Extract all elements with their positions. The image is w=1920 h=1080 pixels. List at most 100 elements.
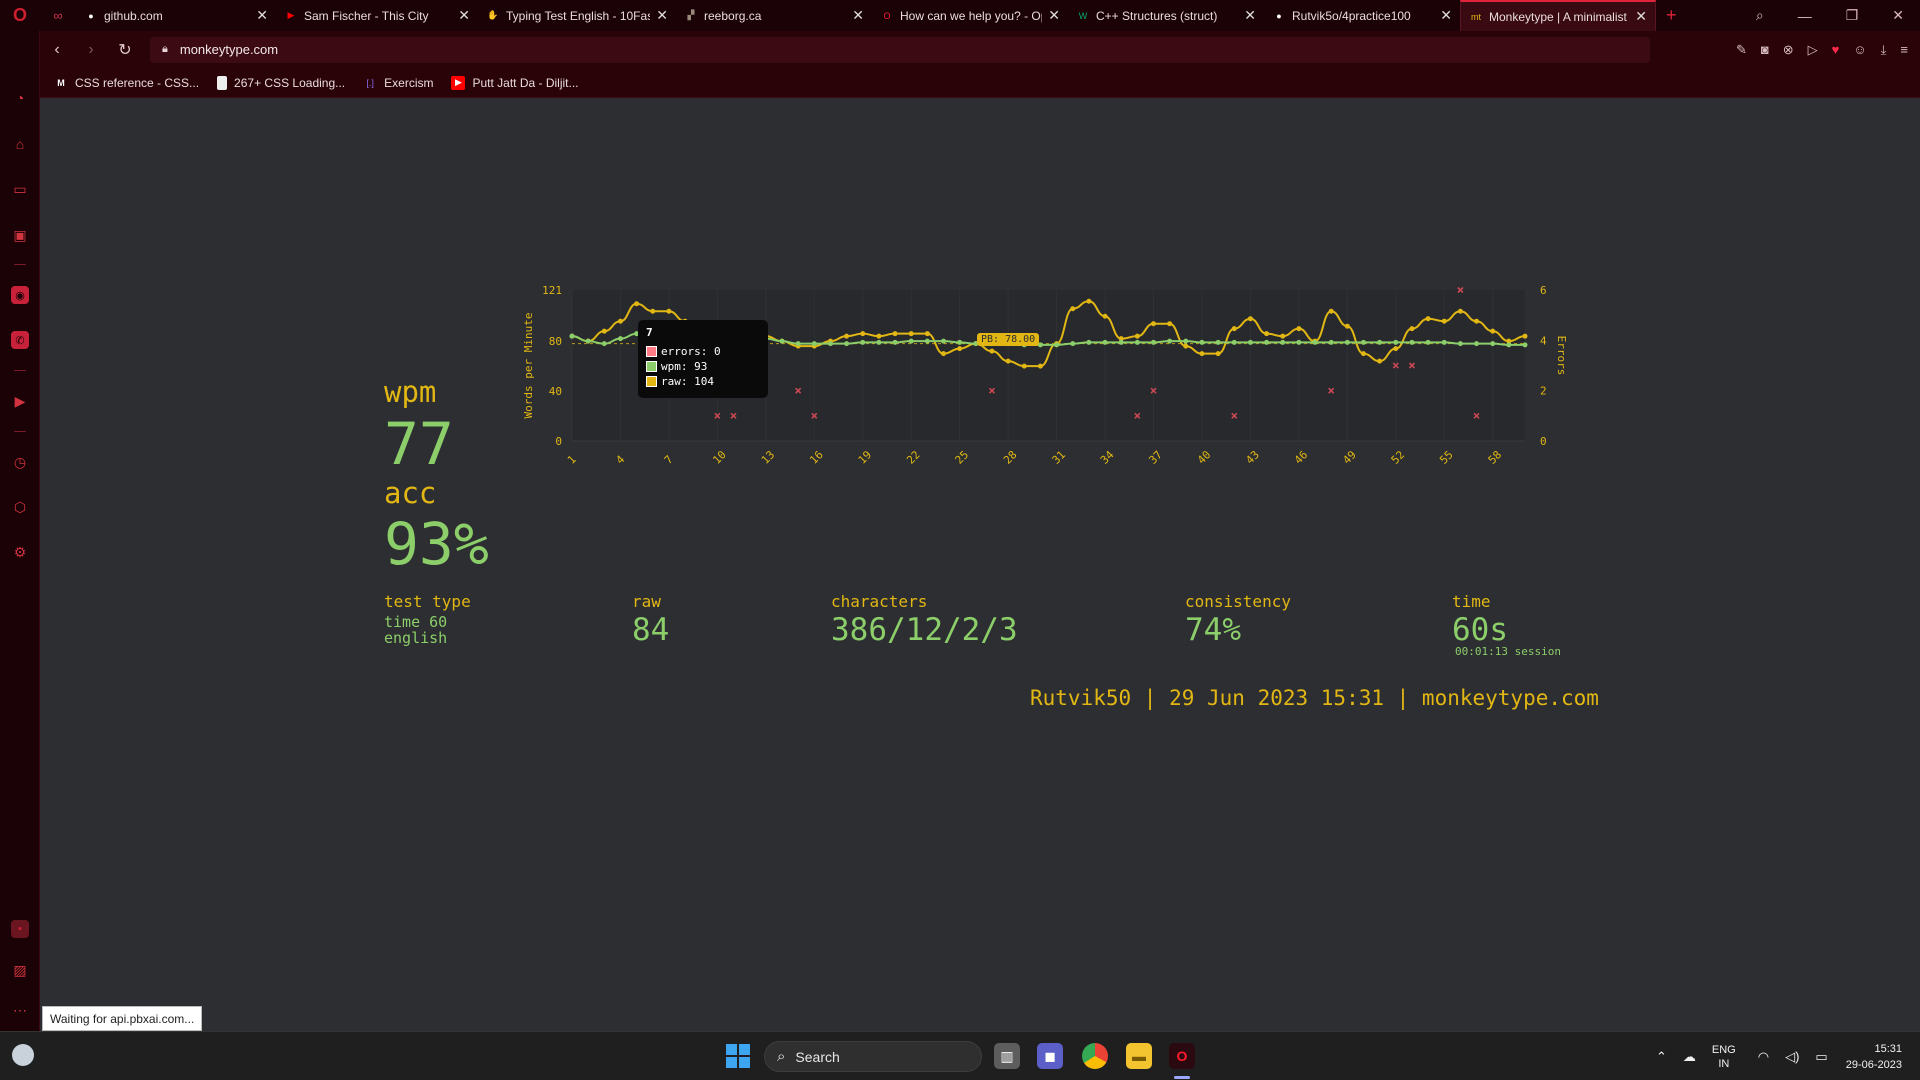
tab-close-icon[interactable]: ✕	[256, 7, 268, 24]
status-toast: Waiting for api.pbxai.com...	[42, 1006, 203, 1031]
bookmark-css-reference[interactable]: M CSS reference - CSS...	[54, 76, 199, 90]
restore-button[interactable]: ❐	[1846, 7, 1859, 24]
url-text: monkeytype.com	[179, 42, 279, 57]
test-type-line1: time 60	[384, 613, 448, 631]
extensions-icon[interactable]: ⬡	[11, 498, 29, 516]
wpm-point	[1409, 339, 1415, 345]
url-field[interactable]: 🔒︎ monkeytype.com	[150, 36, 1650, 63]
wifi-icon[interactable]: ◠	[1758, 1049, 1769, 1065]
tab-3[interactable]: ✋ Typing Test English - 10Fast ✕	[478, 0, 676, 31]
x-tick-label: 13	[759, 448, 778, 467]
forward-button[interactable]: ›	[74, 41, 108, 59]
heart-icon[interactable]: ♥	[1832, 42, 1840, 57]
wpm-point	[844, 341, 850, 347]
bookmark-css-loading[interactable]: 267+ CSS Loading...	[217, 75, 345, 90]
tab-close-icon[interactable]: ✕	[458, 7, 470, 24]
tab-title: C++ Structures (struct)	[1096, 8, 1218, 23]
exercism-icon: [.]	[366, 77, 374, 88]
tab-close-icon[interactable]: ✕	[852, 7, 864, 24]
session-time: 00:01:13 session	[1455, 645, 1561, 658]
x-tick-label: 28	[1001, 448, 1020, 467]
gallery-icon[interactable]: ▨	[11, 961, 29, 979]
easy-setup-icon[interactable]: ✎	[1736, 42, 1747, 58]
raw-point	[908, 331, 914, 337]
shopping-icon[interactable]: ⌂	[11, 135, 29, 153]
tab-1[interactable]: ● github.com ✕	[76, 0, 276, 31]
download-icon[interactable]: ⤓	[1881, 42, 1887, 58]
raw-point	[1086, 298, 1092, 304]
raw-point	[1377, 358, 1383, 364]
tab-6[interactable]: W C++ Structures (struct) ✕	[1068, 0, 1264, 31]
tab-close-icon[interactable]: ✕	[1635, 8, 1647, 25]
test-type-line2: english	[384, 629, 448, 647]
messenger-icon[interactable]: ◉	[11, 286, 29, 304]
reeborg-icon: ▞	[687, 10, 695, 20]
menu-icon[interactable]: ≡	[1900, 42, 1908, 57]
wpm-point	[1199, 339, 1205, 345]
tab-8[interactable]: mt Monkeytype | A minimalist ✕	[1460, 0, 1656, 31]
wpm-point	[924, 338, 930, 344]
opera-logo-icon[interactable]: O	[0, 0, 40, 31]
tab-close-icon[interactable]: ✕	[1440, 7, 1452, 24]
minimize-button[interactable]: —	[1798, 8, 1812, 24]
wpm-point	[1150, 339, 1156, 345]
system-clock[interactable]: 15:31 29-06-2023	[1846, 1041, 1902, 1073]
new-tab-button[interactable]: +	[1656, 5, 1687, 26]
mdn-icon: M	[57, 77, 65, 88]
wpm-point	[1134, 339, 1140, 345]
speed-dial-icon[interactable]: ◔	[11, 89, 29, 107]
tab-2[interactable]: ▶ Sam Fischer - This City ✕	[276, 0, 478, 31]
snapshot-icon[interactable]: ◙	[1761, 42, 1769, 57]
x-tick-label: 49	[1340, 448, 1359, 467]
player-icon[interactable]: ▣	[11, 226, 29, 244]
raw-point	[1296, 326, 1302, 332]
consistency-value: 74%	[1185, 612, 1241, 648]
reload-button[interactable]: ↻	[108, 40, 142, 60]
raw-point	[876, 333, 882, 339]
wpm-point	[617, 336, 623, 342]
tab-7[interactable]: ● Rutvik5o/4practice100 ✕	[1264, 0, 1460, 31]
tab-4[interactable]: ▞ reeborg.ca ✕	[676, 0, 872, 31]
tab-5[interactable]: O How can we help you? - Op ✕	[872, 0, 1068, 31]
battery-icon[interactable]: ▭	[1815, 1049, 1827, 1065]
gx-control-icon[interactable]: ∞	[40, 0, 76, 31]
chrome-icon[interactable]	[1082, 1043, 1108, 1069]
weather-icon[interactable]	[12, 1044, 34, 1066]
wallet-icon[interactable]: ▪	[11, 920, 29, 938]
more-options-icon[interactable]: ⋯	[11, 1001, 29, 1019]
bookmarks-bar: M CSS reference - CSS... 267+ CSS Loadin…	[40, 68, 1920, 98]
music-player-icon[interactable]: ▶	[11, 392, 29, 410]
tab-close-icon[interactable]: ✕	[1048, 7, 1060, 24]
tab-search-icon[interactable]: ⌕	[1756, 7, 1764, 24]
task-view-icon[interactable]: ▥	[994, 1043, 1020, 1069]
opera-gx-taskbar-icon[interactable]: O	[1169, 1043, 1195, 1069]
start-button[interactable]	[726, 1044, 750, 1068]
twitch-icon[interactable]: ▭	[11, 180, 29, 198]
teams-chat-icon[interactable]: ◼	[1037, 1043, 1063, 1069]
settings-gear-icon[interactable]: ⚙	[11, 543, 29, 561]
whatsapp-icon[interactable]: ✆	[11, 331, 29, 349]
volume-icon[interactable]: ◁)	[1785, 1049, 1799, 1065]
characters-value: 386/12/2/3	[831, 612, 1018, 648]
tab-title: reeborg.ca	[704, 8, 762, 23]
language-indicator[interactable]: ENG IN	[1712, 1043, 1736, 1071]
history-icon[interactable]: ◷	[11, 453, 29, 471]
onedrive-icon[interactable]: ☁	[1683, 1049, 1696, 1065]
tab-close-icon[interactable]: ✕	[656, 7, 668, 24]
raw-point	[1457, 308, 1463, 314]
taskbar-search[interactable]: ⌕ Search	[764, 1041, 982, 1072]
wpm-point	[827, 341, 833, 347]
account-icon[interactable]: ☺	[1853, 42, 1866, 57]
back-button[interactable]: ‹	[40, 41, 74, 59]
tab-close-icon[interactable]: ✕	[1244, 7, 1256, 24]
file-explorer-icon[interactable]: ▬	[1126, 1043, 1152, 1069]
wpm-point	[1441, 339, 1447, 345]
chevron-up-icon[interactable]: ⌃	[1656, 1049, 1667, 1065]
y-axis-title: Words per Minute	[522, 313, 535, 419]
send-icon[interactable]: ▷	[1808, 42, 1818, 58]
bookmark-putt-jatt-da[interactable]: ▶ Putt Jatt Da - Diljit...	[451, 75, 579, 90]
chart-tooltip: 7 errors: 0 wpm: 93 raw: 104	[638, 320, 768, 398]
adblock-icon[interactable]: ⊗	[1783, 42, 1794, 58]
bookmark-exercism[interactable]: [.] Exercism	[363, 76, 433, 90]
close-window-button[interactable]: ✕	[1892, 7, 1904, 24]
